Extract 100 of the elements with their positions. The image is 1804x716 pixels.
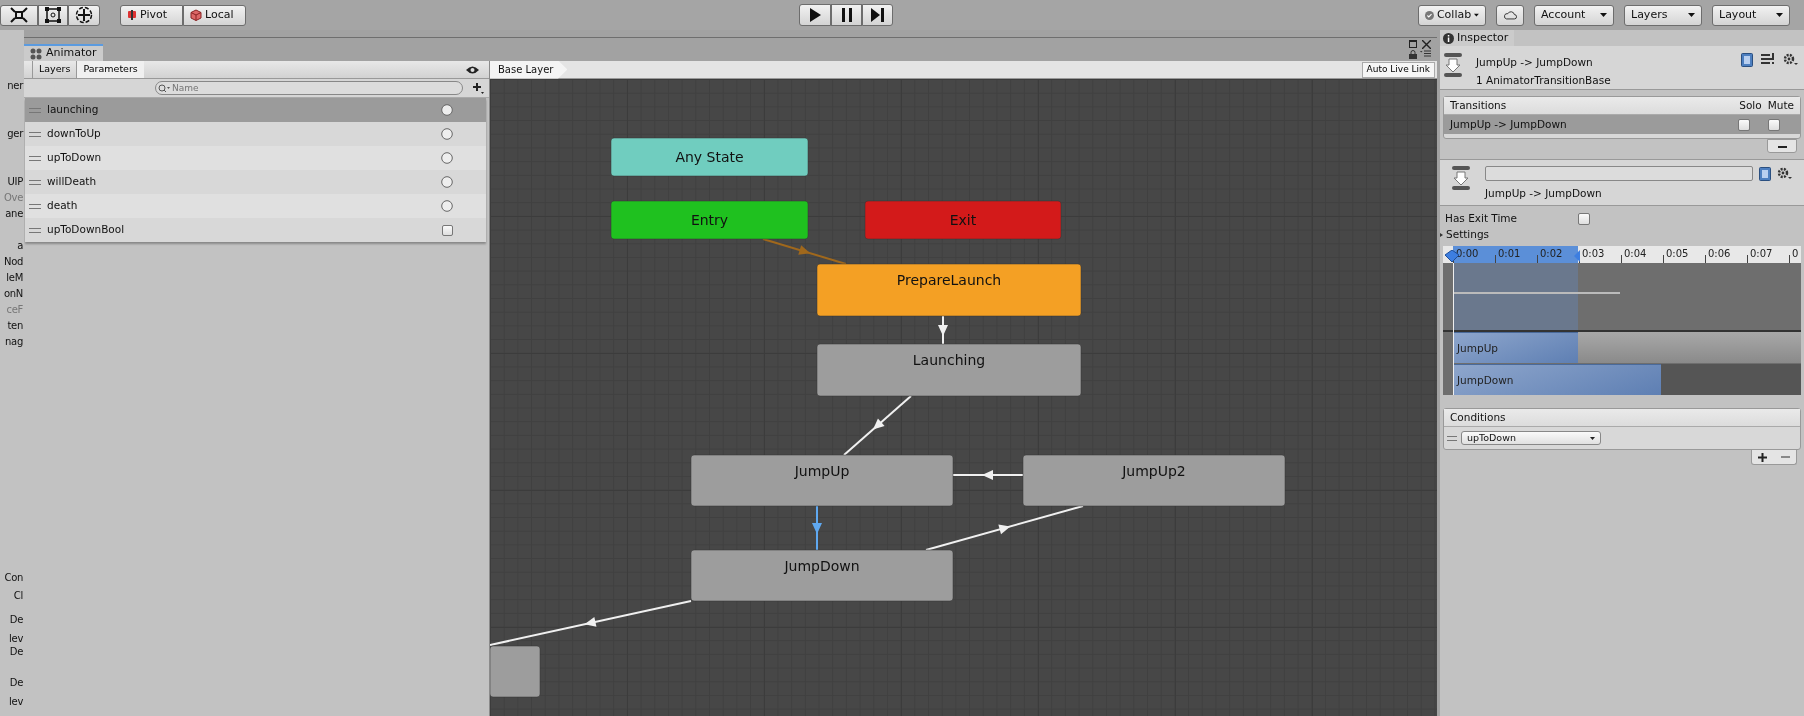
bool-checkbox[interactable] [442, 224, 453, 236]
inspector-title: JumpUp -> JumpDown [1476, 55, 1594, 70]
transition-timeline[interactable]: 0:00 0:01 0:02 0:03 0:04 0:05 0:06 0:07 0 JumpUp JumpDown [1443, 246, 1801, 395]
pivot-button[interactable]: Pivot [120, 4, 183, 26]
parameter-row[interactable]: launching [25, 98, 486, 122]
step-button[interactable] [862, 4, 893, 26]
time-label: 0:03 [1582, 247, 1605, 261]
trigger-icon [441, 104, 453, 116]
name-field[interactable] [1485, 166, 1753, 181]
minus-icon [1777, 145, 1787, 148]
move-rotate-icon [75, 6, 93, 24]
transform-tool-button[interactable] [68, 4, 100, 26]
help-book-icon [1741, 53, 1753, 67]
time-label: 0:00 [1456, 247, 1479, 261]
rect-tool-button[interactable] [38, 4, 68, 26]
eye-icon [466, 65, 479, 74]
column-heading: Mute [1767, 97, 1794, 113]
truncated-label: Ove [3, 191, 23, 205]
drag-handle-icon [29, 203, 41, 209]
breadcrumb[interactable]: Base Layer [490, 60, 568, 79]
parameter-dropdown[interactable]: upToDown [1461, 431, 1601, 445]
transition-label: JumpUp -> JumpDown [1485, 186, 1603, 201]
state-node[interactable]: Exit [864, 200, 1062, 240]
settings-icon [1783, 53, 1798, 66]
drag-handle-icon [29, 155, 41, 161]
parameter-row[interactable]: downToUp [25, 122, 486, 146]
drag-handle-icon [29, 107, 41, 113]
drag-handle-icon [29, 131, 41, 137]
info-icon [1443, 32, 1454, 44]
state-node[interactable]: JumpUp [690, 454, 954, 507]
truncated-label: nag [5, 335, 23, 349]
caret-icon [1474, 13, 1479, 17]
drag-handle-icon [1447, 435, 1457, 441]
play-button[interactable] [799, 4, 831, 26]
state-node[interactable]: Entry [610, 200, 809, 240]
maximize-icon [1409, 40, 1417, 48]
auto-live-link-button[interactable]: Auto Live Link [1361, 61, 1435, 78]
clip-bar[interactable] [1453, 332, 1578, 363]
local-button[interactable]: Local [183, 4, 246, 26]
settings-foldout[interactable]: Settings [1440, 227, 1490, 243]
caret-icon [1600, 13, 1607, 17]
panel-tab[interactable]: Parameters [76, 61, 144, 78]
play-icon [809, 8, 821, 22]
parameter-row[interactable]: death [25, 194, 486, 218]
truncated-label: ceF [6, 303, 23, 317]
clip-label: JumpDown [1457, 373, 1514, 388]
state-node[interactable]: Any State [610, 137, 809, 177]
dropdown-button[interactable]: Account [1534, 4, 1614, 26]
check-circle-icon [1425, 8, 1434, 22]
pause-button[interactable] [831, 4, 862, 26]
solo-checkbox[interactable] [1738, 118, 1750, 131]
transition-row[interactable]: JumpUp -> JumpDown [1444, 115, 1800, 134]
state-node[interactable]: JumpDown [690, 549, 954, 602]
truncated-label: ger [7, 127, 23, 141]
cloud-button[interactable] [1496, 4, 1524, 26]
window-tab[interactable]: Animator [24, 44, 103, 61]
transition-arrow[interactable] [812, 505, 822, 551]
minus-icon [1781, 456, 1790, 458]
step-icon [871, 8, 884, 22]
truncated-label: leM [6, 271, 23, 285]
menu-icon [1420, 50, 1431, 57]
add-button[interactable] [1758, 452, 1767, 462]
truncated-label: Cl [13, 589, 23, 603]
dropdown-button[interactable]: Layout [1712, 4, 1790, 26]
transition-arrow[interactable] [952, 470, 1024, 480]
drag-handle-icon [29, 179, 41, 185]
parameter-row[interactable]: upToDown [25, 146, 486, 170]
list-heading: Conditions [1450, 409, 1506, 425]
help-book-icon [1759, 166, 1771, 181]
state-node[interactable] [490, 645, 541, 698]
search-icon [158, 84, 170, 93]
lock-icon [1409, 50, 1417, 59]
state-node[interactable]: PrepareLaunch [816, 263, 1082, 317]
time-label: 0:02 [1540, 247, 1563, 261]
truncated-label: ten [7, 319, 23, 333]
transition-arrow[interactable] [938, 315, 948, 345]
parameter-row[interactable]: willDeath [25, 170, 486, 194]
time-label: 0:05 [1666, 247, 1689, 261]
search-field[interactable]: Name [155, 81, 463, 95]
collab-button[interactable]: Collab [1418, 4, 1486, 26]
trigger-icon [441, 176, 453, 188]
cube-icon [190, 9, 202, 21]
window-tab[interactable]: Inspector [1440, 30, 1515, 46]
state-node[interactable]: JumpUp2 [1022, 454, 1286, 507]
parameter-row[interactable]: upToDownBool [25, 218, 486, 242]
truncated-label: a [17, 239, 23, 253]
dropdown-button[interactable]: Layers [1624, 4, 1702, 26]
truncated-label: lev [9, 695, 23, 709]
caret-icon [1590, 436, 1595, 440]
remove-button[interactable] [1767, 139, 1797, 153]
truncated-label: UIP [7, 175, 23, 189]
mute-checkbox[interactable] [1768, 118, 1780, 131]
list-heading: Transitions [1450, 97, 1507, 113]
clip-bar[interactable] [1453, 364, 1661, 395]
truncated-label: lev [9, 632, 23, 646]
state-node[interactable]: Launching [816, 343, 1082, 397]
clip-label: JumpUp [1457, 341, 1498, 356]
has-exit-time-checkbox[interactable] [1578, 213, 1590, 225]
field-label: Has Exit Time [1445, 211, 1519, 227]
scale-tool-button[interactable] [0, 4, 38, 26]
